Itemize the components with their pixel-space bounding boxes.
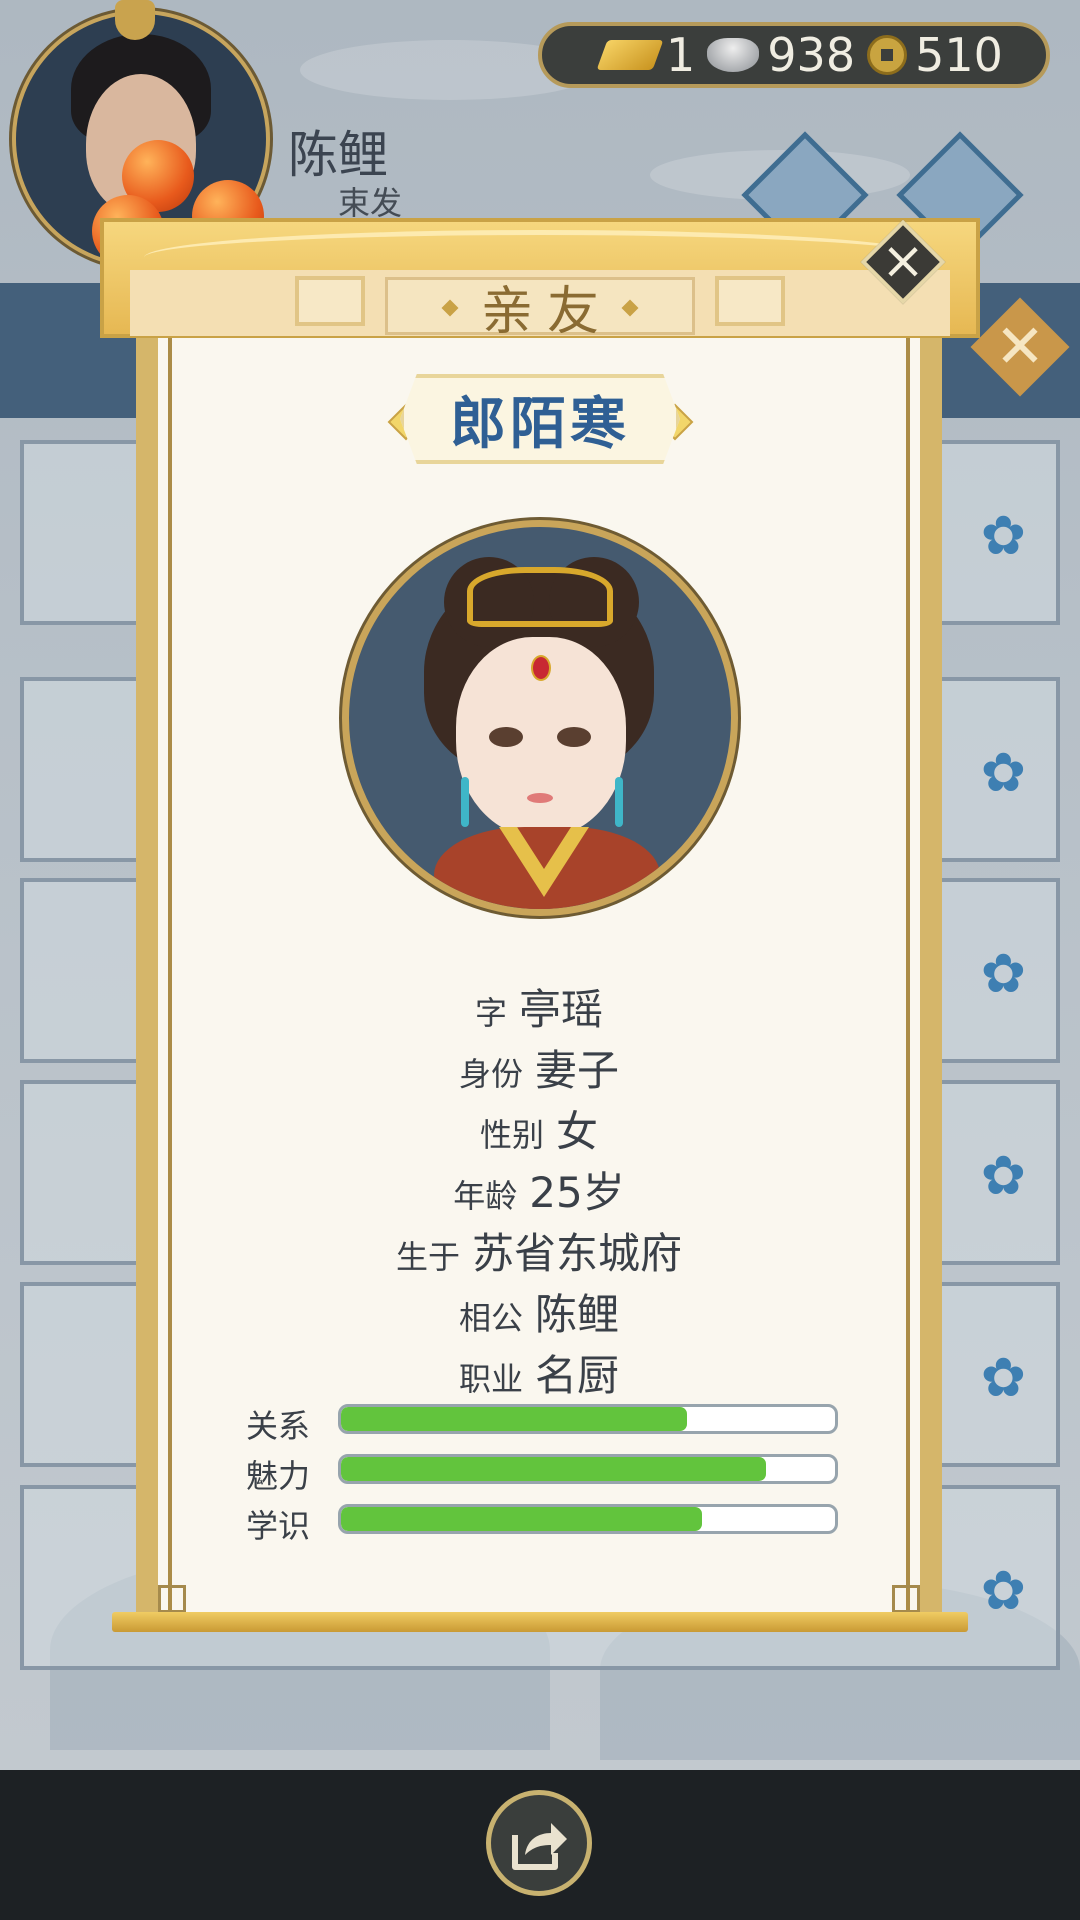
info-label: 身份 xyxy=(458,1055,523,1093)
portrait-eye xyxy=(489,727,523,747)
silver-amount: 938 xyxy=(767,28,856,82)
info-label: 生于 xyxy=(395,1238,460,1276)
portrait-earring xyxy=(615,777,623,827)
person-name: 郎陌寒 xyxy=(450,391,630,457)
info-value: 名厨 xyxy=(535,1351,620,1400)
stat-bar-charm xyxy=(338,1454,838,1484)
portrait-lips xyxy=(527,793,553,803)
flower-icon: ✿ xyxy=(980,741,1026,804)
info-identity: 身份 妻子 xyxy=(136,1037,942,1098)
title-dot xyxy=(621,299,639,317)
gold-ingot-icon xyxy=(596,40,664,70)
flower-icon: ✿ xyxy=(980,504,1026,567)
info-occupation: 职业 名厨 xyxy=(136,1342,942,1403)
stat-label-charm: 魅力 xyxy=(246,1457,311,1495)
flower-icon: ✿ xyxy=(980,1346,1026,1409)
silver-ingot-icon xyxy=(707,38,760,72)
stat-bar-learning xyxy=(338,1504,838,1534)
info-husband: 相公 陈鲤 xyxy=(136,1281,942,1342)
band-ornament xyxy=(715,276,785,326)
copper-coin-icon xyxy=(867,35,908,75)
info-gender: 性别女 xyxy=(136,1098,942,1159)
name-plate: 郎陌寒 xyxy=(400,374,680,464)
player-name: 陈鲤 xyxy=(288,126,388,184)
flower-icon: ✿ xyxy=(980,942,1026,1005)
close-icon: × xyxy=(881,231,925,291)
corner-ornament xyxy=(892,1585,920,1613)
info-value: 妻子 xyxy=(535,1046,620,1095)
portrait-earring xyxy=(461,777,469,827)
info-birthplace: 生于 苏省东城府 xyxy=(136,1220,942,1281)
background-close-button[interactable]: ✕ xyxy=(970,297,1070,397)
stat-bar-relationship xyxy=(338,1404,838,1434)
stat-bar-fill xyxy=(341,1457,766,1481)
info-value: 苏省东城府 xyxy=(472,1229,683,1278)
info-value: 亭瑶 xyxy=(519,985,604,1034)
info-value: 25岁 xyxy=(529,1168,625,1217)
info-courtesy-name: 字亭瑶 xyxy=(136,976,942,1037)
info-age: 年龄 25岁 xyxy=(136,1159,942,1220)
share-button[interactable] xyxy=(486,1790,592,1896)
stat-bar-fill xyxy=(341,1507,702,1531)
stat-bar-fill xyxy=(341,1407,687,1431)
portrait-eye xyxy=(557,727,591,747)
info-label: 性别 xyxy=(479,1116,544,1154)
flower-icon: ✿ xyxy=(980,1559,1026,1622)
info-value: 陈鲤 xyxy=(535,1290,620,1339)
currency-bar: 1 938 510 xyxy=(538,22,1050,88)
gold-amount: 1 xyxy=(666,28,696,82)
portrait-crown xyxy=(467,567,613,627)
stat-label-learning: 学识 xyxy=(246,1507,311,1545)
band-ornament xyxy=(295,276,365,326)
info-label: 职业 xyxy=(458,1360,523,1398)
close-icon: ✕ xyxy=(994,312,1046,382)
title-dot xyxy=(441,299,459,317)
dialog-title-box: 亲友 xyxy=(385,277,695,342)
person-portrait xyxy=(342,520,738,916)
flower-icon: ✿ xyxy=(980,1144,1026,1207)
info-label: 相公 xyxy=(458,1299,523,1337)
coin-amount: 510 xyxy=(915,28,1003,82)
info-value: 女 xyxy=(556,1107,599,1156)
dialog-title: 亲友 xyxy=(480,281,613,342)
portrait-forehead-gem xyxy=(531,655,551,681)
info-label: 年龄 xyxy=(453,1177,518,1215)
corner-ornament xyxy=(158,1585,186,1613)
info-label: 字 xyxy=(474,994,507,1032)
share-icon xyxy=(512,1823,567,1870)
stat-label-relationship: 关系 xyxy=(246,1407,311,1445)
avatar-pin xyxy=(115,0,155,40)
scroll-bottom-rod xyxy=(112,1612,968,1632)
